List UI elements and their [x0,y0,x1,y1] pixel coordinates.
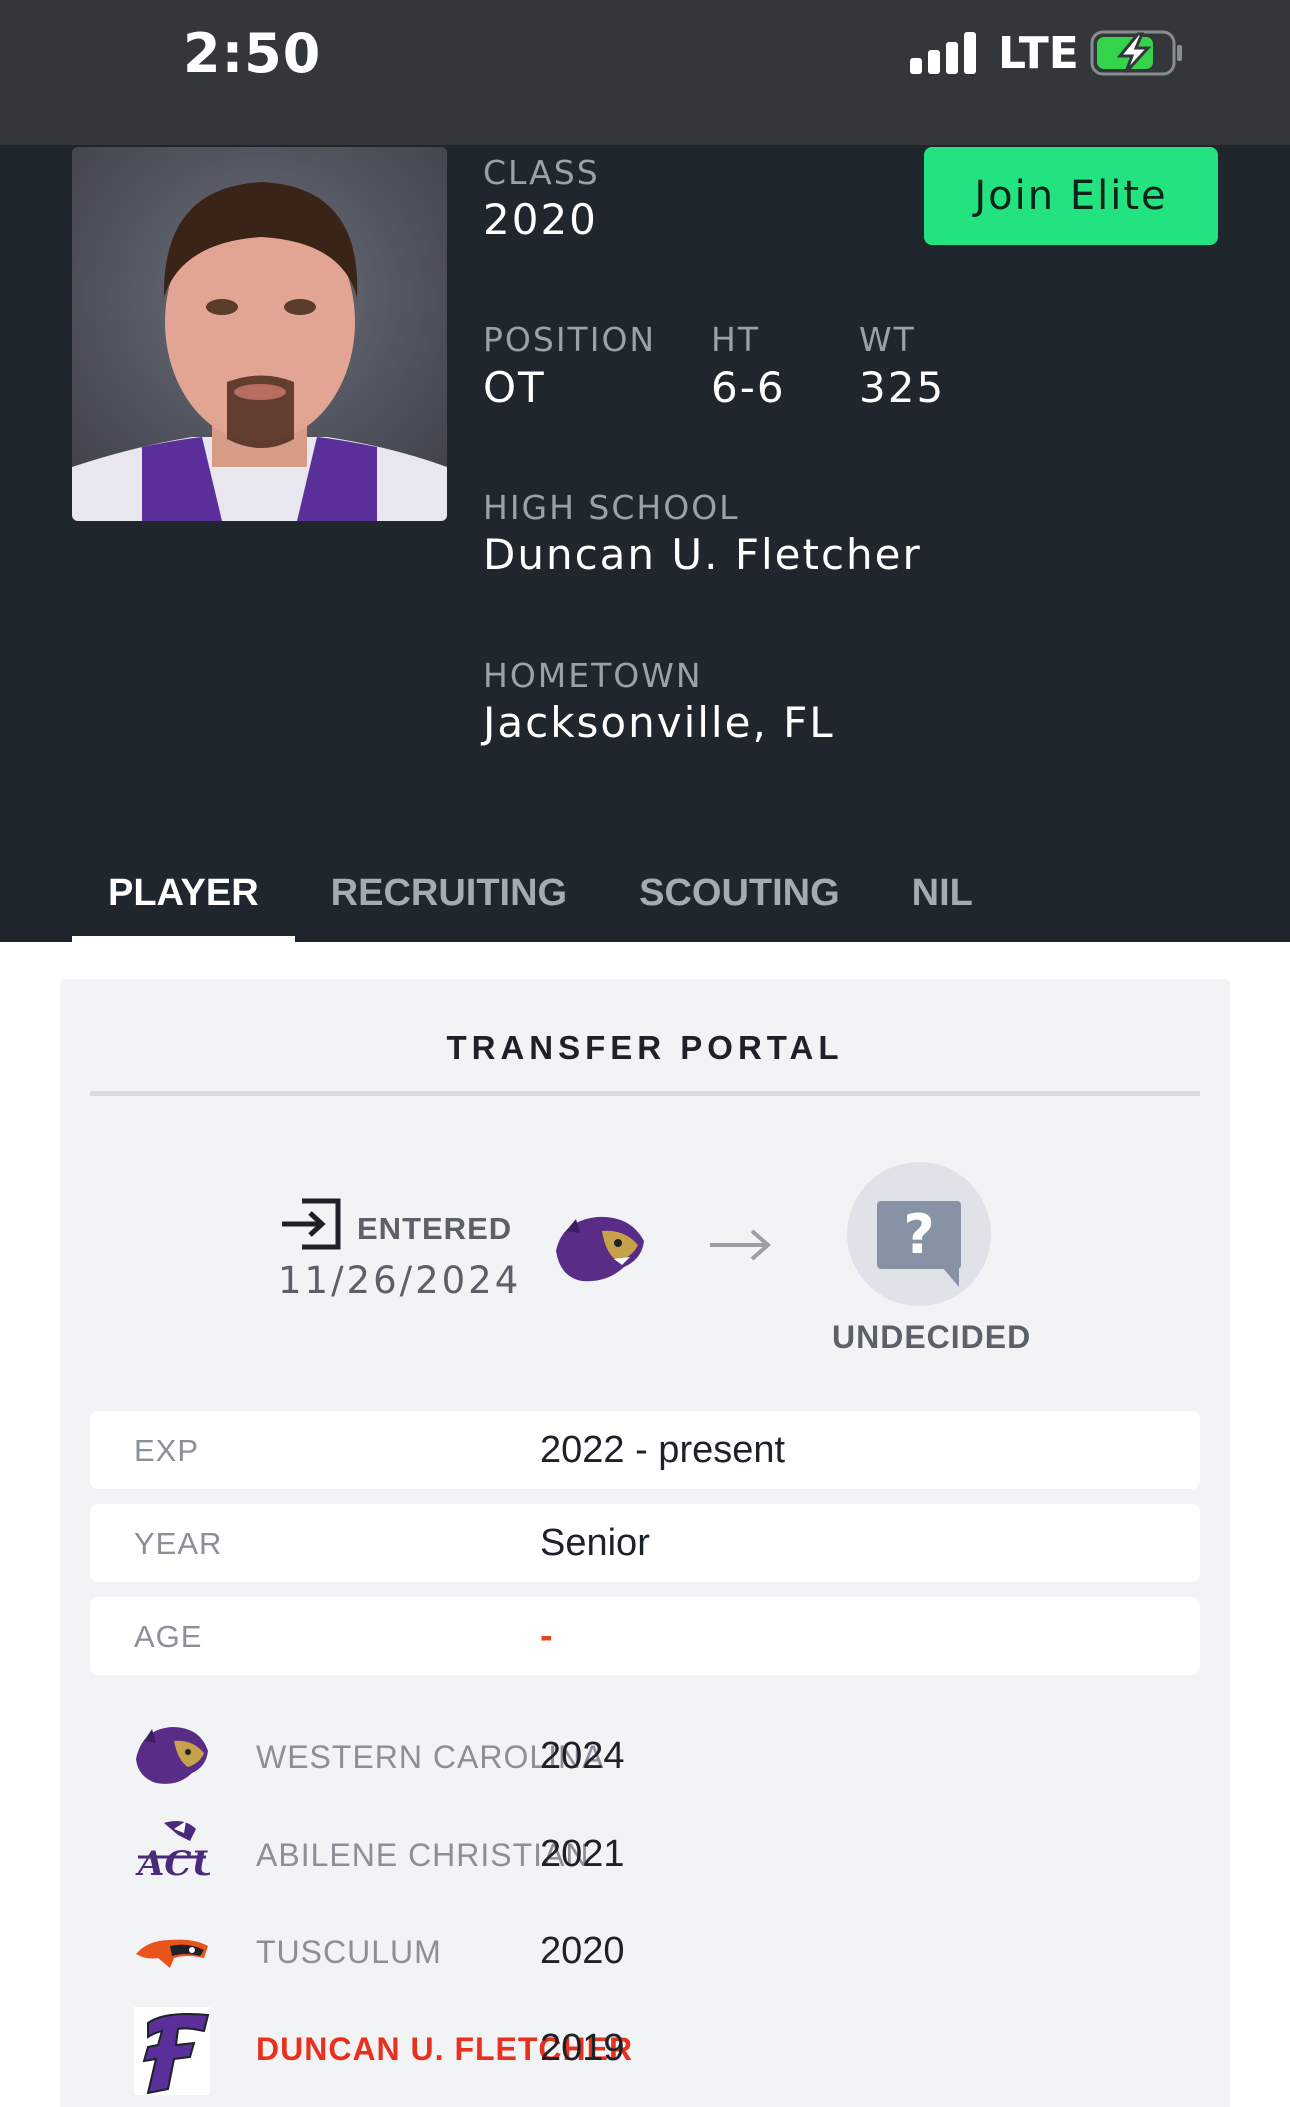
tab-player[interactable]: PLAYER [72,860,295,942]
school-year: 2021 [540,1833,625,1875]
enter-portal-icon [282,1198,341,1250]
western-carolina-logo [136,1727,208,1784]
destination-label: UNDECIDED [832,1319,1032,1355]
school-row[interactable]: TUSCULUM 2020 [90,1910,1200,2000]
svg-text:?: ? [903,1203,934,1266]
school-row[interactable]: WESTERN CAROLINA 2024 [90,1715,1200,1805]
entered-date: 11/26/2024 [278,1259,522,1302]
fletcher-logo [134,2007,210,2095]
class-label: CLASS [483,153,600,192]
tab-recruiting[interactable]: RECRUITING [295,860,603,942]
school-name: TUSCULUM [256,1934,442,1970]
player-header: CLASS 2020 Join Elite POSITION OT HT 6-6… [0,145,1290,942]
school-row[interactable]: ACU ABILENE CHRISTIAN 2021 [90,1813,1200,1903]
tab-nil[interactable]: NIL [876,860,1009,942]
question-bubble-icon: ? [847,1162,991,1306]
detail-value: 2022 - present [540,1429,786,1471]
arrow-right-icon [710,1229,772,1261]
battery-charging-icon [1090,30,1182,76]
tusculum-logo [136,1939,208,1968]
signal-icon [910,32,976,74]
school-year: 2020 [540,1930,625,1972]
profile-tabs: PLAYER RECRUITING SCOUTING NIL [72,860,1009,942]
tab-scouting[interactable]: SCOUTING [603,860,876,942]
join-elite-button[interactable]: Join Elite [924,147,1218,245]
high-school-label: HIGH SCHOOL [483,488,740,527]
detail-value: - [540,1615,553,1657]
detail-row-age: AGE - [90,1597,1200,1675]
transfer-portal-card: TRANSFER PORTAL ENTERED 11/26/2024 ? UND… [60,979,1230,2107]
player-photo [72,147,447,521]
entered-label: ENTERED [357,1211,513,1246]
high-school-value: Duncan U. Fletcher [483,530,922,579]
school-year: 2024 [540,1735,625,1777]
class-value: 2020 [483,195,598,244]
weight-label: WT [859,320,916,359]
divider [90,1091,1200,1096]
detail-label: YEAR [134,1526,223,1561]
card-title: TRANSFER PORTAL [446,1029,844,1066]
height-label: HT [711,320,760,359]
weight-value: 325 [859,363,946,412]
detail-value: Senior [540,1522,650,1564]
height-value: 6-6 [711,363,786,412]
western-carolina-logo [556,1216,644,1282]
school-row[interactable]: DUNCAN U. FLETCHER 2019 [90,2007,1200,2097]
hometown-value: Jacksonville, FL [483,698,835,747]
school-year: 2019 [540,2027,625,2069]
hometown-label: HOMETOWN [483,656,703,695]
status-time: 2:50 [183,22,322,85]
detail-row-exp: EXP 2022 - present [90,1411,1200,1489]
abilene-christian-logo: ACU [135,1821,210,1884]
detail-label: AGE [134,1619,203,1654]
detail-row-year: YEAR Senior [90,1504,1200,1582]
status-bar: 2:50 LTE [0,0,1290,145]
position-label: POSITION [483,320,657,359]
network-label: LTE [998,28,1079,79]
detail-label: EXP [134,1433,200,1468]
svg-text:ACU: ACU [135,1844,210,1884]
position-value: OT [483,363,546,412]
